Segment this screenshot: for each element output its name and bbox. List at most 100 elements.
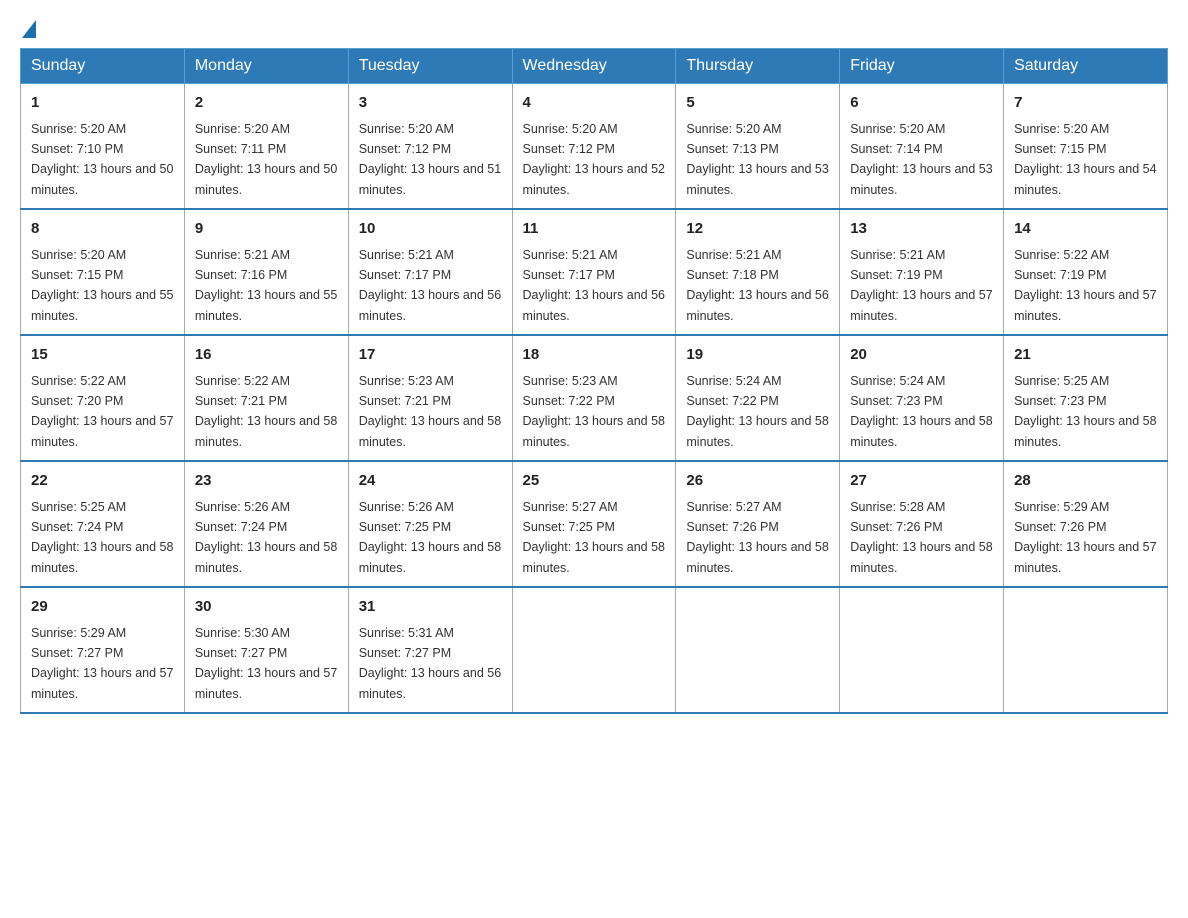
calendar-cell: 20 Sunrise: 5:24 AMSunset: 7:23 PMDaylig… [840,335,1004,461]
calendar-cell: 14 Sunrise: 5:22 AMSunset: 7:19 PMDaylig… [1004,209,1168,335]
day-info: Sunrise: 5:25 AMSunset: 7:24 PMDaylight:… [31,500,173,575]
header-thursday: Thursday [676,49,840,84]
day-number: 22 [31,470,174,493]
day-number: 3 [359,92,502,115]
calendar-cell: 21 Sunrise: 5:25 AMSunset: 7:23 PMDaylig… [1004,335,1168,461]
calendar-cell: 3 Sunrise: 5:20 AMSunset: 7:12 PMDayligh… [348,84,512,210]
calendar-cell: 18 Sunrise: 5:23 AMSunset: 7:22 PMDaylig… [512,335,676,461]
calendar-table: SundayMondayTuesdayWednesdayThursdayFrid… [20,48,1168,714]
day-number: 23 [195,470,338,493]
day-info: Sunrise: 5:24 AMSunset: 7:22 PMDaylight:… [686,374,828,449]
calendar-cell: 15 Sunrise: 5:22 AMSunset: 7:20 PMDaylig… [21,335,185,461]
day-number: 14 [1014,218,1157,241]
calendar-cell: 19 Sunrise: 5:24 AMSunset: 7:22 PMDaylig… [676,335,840,461]
day-info: Sunrise: 5:20 AMSunset: 7:11 PMDaylight:… [195,122,337,197]
day-info: Sunrise: 5:21 AMSunset: 7:16 PMDaylight:… [195,248,337,323]
day-number: 19 [686,344,829,367]
calendar-cell: 12 Sunrise: 5:21 AMSunset: 7:18 PMDaylig… [676,209,840,335]
calendar-week-3: 15 Sunrise: 5:22 AMSunset: 7:20 PMDaylig… [21,335,1168,461]
day-info: Sunrise: 5:22 AMSunset: 7:21 PMDaylight:… [195,374,337,449]
day-number: 26 [686,470,829,493]
day-info: Sunrise: 5:20 AMSunset: 7:12 PMDaylight:… [359,122,501,197]
day-info: Sunrise: 5:25 AMSunset: 7:23 PMDaylight:… [1014,374,1156,449]
day-info: Sunrise: 5:22 AMSunset: 7:19 PMDaylight:… [1014,248,1156,323]
day-number: 27 [850,470,993,493]
calendar-week-2: 8 Sunrise: 5:20 AMSunset: 7:15 PMDayligh… [21,209,1168,335]
calendar-cell [1004,587,1168,713]
calendar-cell: 16 Sunrise: 5:22 AMSunset: 7:21 PMDaylig… [184,335,348,461]
calendar-cell: 1 Sunrise: 5:20 AMSunset: 7:10 PMDayligh… [21,84,185,210]
day-number: 18 [523,344,666,367]
calendar-cell: 11 Sunrise: 5:21 AMSunset: 7:17 PMDaylig… [512,209,676,335]
page-header [20,20,1168,38]
day-info: Sunrise: 5:29 AMSunset: 7:27 PMDaylight:… [31,626,173,701]
day-number: 4 [523,92,666,115]
calendar-cell: 23 Sunrise: 5:26 AMSunset: 7:24 PMDaylig… [184,461,348,587]
day-info: Sunrise: 5:23 AMSunset: 7:22 PMDaylight:… [523,374,665,449]
day-number: 7 [1014,92,1157,115]
day-info: Sunrise: 5:20 AMSunset: 7:15 PMDaylight:… [1014,122,1156,197]
day-number: 29 [31,596,174,619]
day-number: 1 [31,92,174,115]
day-info: Sunrise: 5:20 AMSunset: 7:15 PMDaylight:… [31,248,173,323]
day-number: 17 [359,344,502,367]
day-info: Sunrise: 5:27 AMSunset: 7:26 PMDaylight:… [686,500,828,575]
day-info: Sunrise: 5:21 AMSunset: 7:18 PMDaylight:… [686,248,828,323]
day-number: 21 [1014,344,1157,367]
calendar-cell: 13 Sunrise: 5:21 AMSunset: 7:19 PMDaylig… [840,209,1004,335]
day-info: Sunrise: 5:24 AMSunset: 7:23 PMDaylight:… [850,374,992,449]
calendar-week-1: 1 Sunrise: 5:20 AMSunset: 7:10 PMDayligh… [21,84,1168,210]
day-info: Sunrise: 5:31 AMSunset: 7:27 PMDaylight:… [359,626,501,701]
day-info: Sunrise: 5:23 AMSunset: 7:21 PMDaylight:… [359,374,501,449]
day-info: Sunrise: 5:29 AMSunset: 7:26 PMDaylight:… [1014,500,1156,575]
day-number: 31 [359,596,502,619]
calendar-week-4: 22 Sunrise: 5:25 AMSunset: 7:24 PMDaylig… [21,461,1168,587]
calendar-cell: 24 Sunrise: 5:26 AMSunset: 7:25 PMDaylig… [348,461,512,587]
day-info: Sunrise: 5:26 AMSunset: 7:24 PMDaylight:… [195,500,337,575]
day-number: 11 [523,218,666,241]
calendar-cell [512,587,676,713]
day-info: Sunrise: 5:26 AMSunset: 7:25 PMDaylight:… [359,500,501,575]
day-info: Sunrise: 5:27 AMSunset: 7:25 PMDaylight:… [523,500,665,575]
calendar-header-row: SundayMondayTuesdayWednesdayThursdayFrid… [21,49,1168,84]
day-info: Sunrise: 5:20 AMSunset: 7:13 PMDaylight:… [686,122,828,197]
day-number: 8 [31,218,174,241]
header-saturday: Saturday [1004,49,1168,84]
day-number: 24 [359,470,502,493]
day-info: Sunrise: 5:21 AMSunset: 7:17 PMDaylight:… [523,248,665,323]
day-number: 15 [31,344,174,367]
logo-triangle-icon [22,20,36,38]
day-info: Sunrise: 5:20 AMSunset: 7:14 PMDaylight:… [850,122,992,197]
calendar-cell: 10 Sunrise: 5:21 AMSunset: 7:17 PMDaylig… [348,209,512,335]
day-info: Sunrise: 5:21 AMSunset: 7:17 PMDaylight:… [359,248,501,323]
day-number: 6 [850,92,993,115]
calendar-cell [840,587,1004,713]
calendar-cell: 31 Sunrise: 5:31 AMSunset: 7:27 PMDaylig… [348,587,512,713]
day-info: Sunrise: 5:28 AMSunset: 7:26 PMDaylight:… [850,500,992,575]
day-info: Sunrise: 5:22 AMSunset: 7:20 PMDaylight:… [31,374,173,449]
header-tuesday: Tuesday [348,49,512,84]
calendar-cell: 26 Sunrise: 5:27 AMSunset: 7:26 PMDaylig… [676,461,840,587]
calendar-week-5: 29 Sunrise: 5:29 AMSunset: 7:27 PMDaylig… [21,587,1168,713]
day-number: 16 [195,344,338,367]
day-info: Sunrise: 5:20 AMSunset: 7:12 PMDaylight:… [523,122,665,197]
day-number: 25 [523,470,666,493]
calendar-cell: 4 Sunrise: 5:20 AMSunset: 7:12 PMDayligh… [512,84,676,210]
header-wednesday: Wednesday [512,49,676,84]
day-number: 5 [686,92,829,115]
calendar-cell: 17 Sunrise: 5:23 AMSunset: 7:21 PMDaylig… [348,335,512,461]
day-number: 13 [850,218,993,241]
calendar-cell: 8 Sunrise: 5:20 AMSunset: 7:15 PMDayligh… [21,209,185,335]
day-number: 2 [195,92,338,115]
calendar-cell: 22 Sunrise: 5:25 AMSunset: 7:24 PMDaylig… [21,461,185,587]
day-number: 10 [359,218,502,241]
calendar-cell [676,587,840,713]
logo [20,20,36,38]
header-monday: Monday [184,49,348,84]
day-number: 20 [850,344,993,367]
day-info: Sunrise: 5:20 AMSunset: 7:10 PMDaylight:… [31,122,173,197]
day-info: Sunrise: 5:21 AMSunset: 7:19 PMDaylight:… [850,248,992,323]
calendar-cell: 5 Sunrise: 5:20 AMSunset: 7:13 PMDayligh… [676,84,840,210]
calendar-cell: 25 Sunrise: 5:27 AMSunset: 7:25 PMDaylig… [512,461,676,587]
day-number: 28 [1014,470,1157,493]
